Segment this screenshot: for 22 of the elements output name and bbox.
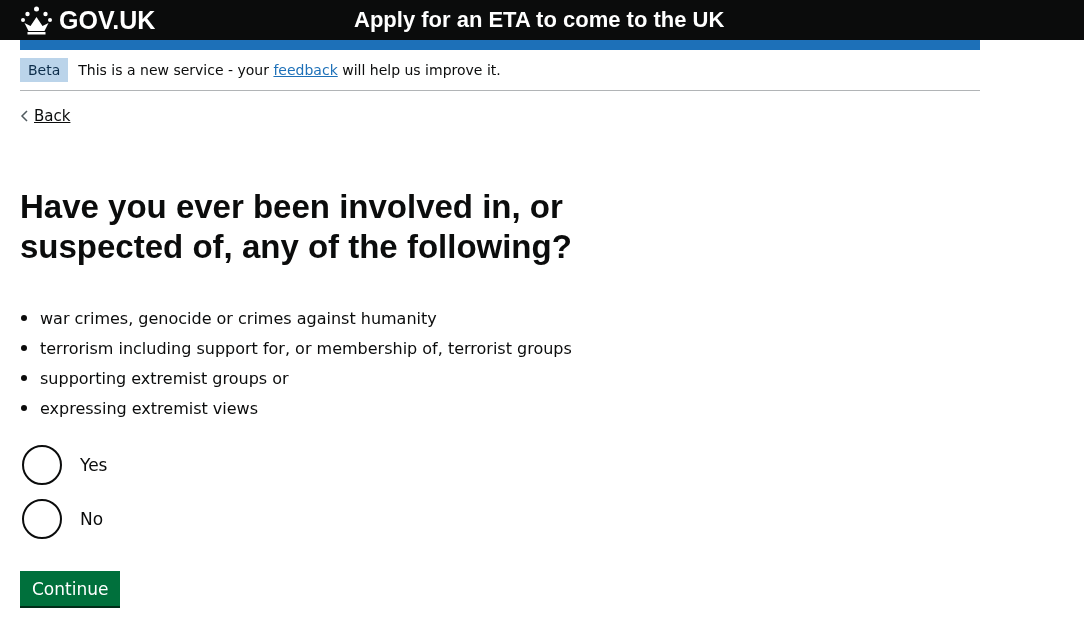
bullet-icon (21, 405, 27, 411)
radio-label[interactable]: Yes (80, 455, 108, 475)
chevron-left-icon (20, 110, 28, 122)
bullet-icon (21, 375, 27, 381)
feedback-link[interactable]: feedback (273, 62, 338, 78)
bullet-icon (21, 345, 27, 351)
list-item-text: war crimes, genocide or crimes against humanity (40, 308, 437, 328)
list-item-text: terrorism including support for, or membership of, terrorist groups (40, 338, 572, 358)
back-link[interactable]: Back (34, 107, 71, 125)
bullet-icon (21, 315, 27, 321)
list-item-text: supporting extremist groups or (40, 368, 289, 388)
radio-button[interactable] (22, 499, 62, 539)
radio-button[interactable] (22, 445, 62, 485)
beta-tag: Beta (20, 58, 69, 82)
crown-icon (20, 5, 53, 35)
question-heading: Have you ever been involved in, or suspected of, any of the following? (20, 187, 573, 267)
radio-label[interactable]: No (80, 509, 104, 529)
list-item-text: expressing extremist views (40, 398, 259, 418)
service-name-link[interactable]: Apply for an ETA to come to the UK (354, 7, 725, 33)
continue-button[interactable]: Continue (20, 571, 121, 606)
phase-banner-text: This is a new service - your feedback will help us improve it. (78, 62, 501, 78)
govuk-logo-link[interactable]: GOV.UK (59, 5, 156, 35)
